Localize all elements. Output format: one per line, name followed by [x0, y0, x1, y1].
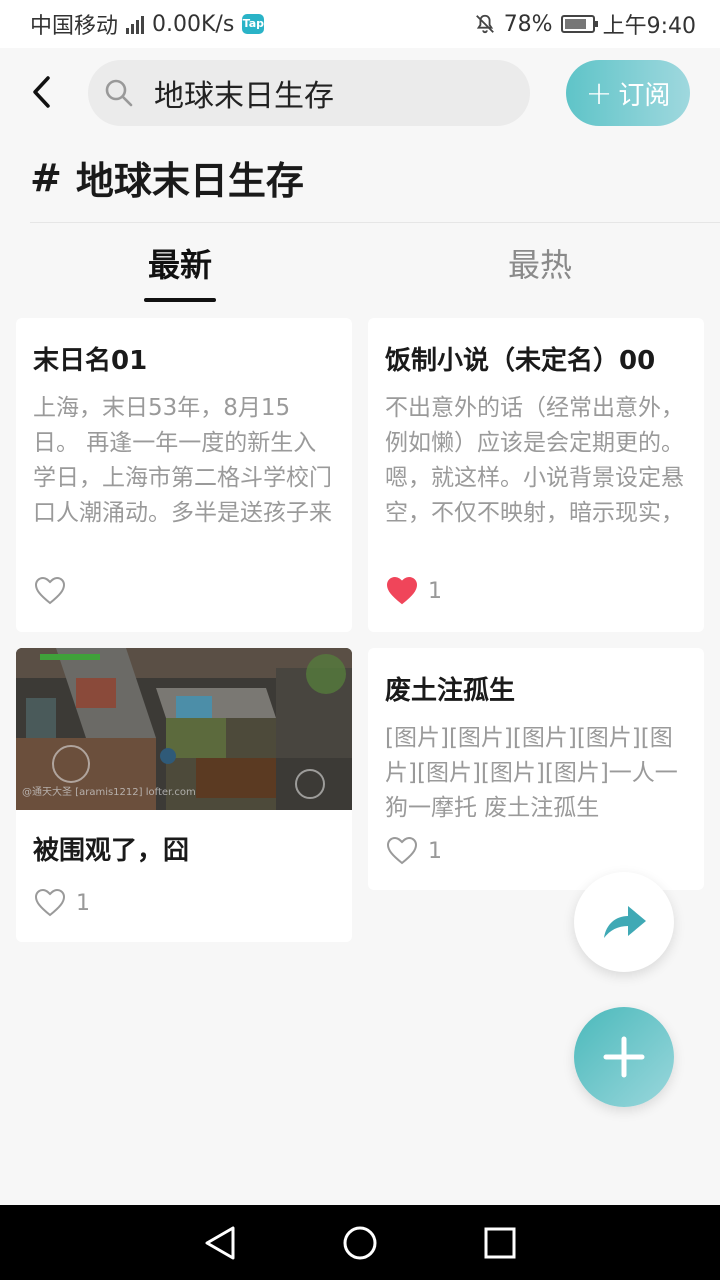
- carrier-label: 中国移动: [30, 14, 119, 39]
- hashtag-symbol: #: [30, 155, 62, 200]
- nav-back-icon: [205, 1226, 235, 1259]
- back-icon: [33, 76, 50, 108]
- nav-recents-button[interactable]: [480, 1223, 520, 1263]
- tab-latest[interactable]: 最新: [120, 240, 240, 300]
- nav-back-button[interactable]: [200, 1223, 240, 1263]
- share-button[interactable]: [574, 872, 674, 972]
- nav-home-icon: [343, 1226, 377, 1259]
- subscribe-label: 订阅: [618, 80, 671, 111]
- divider: [30, 222, 720, 223]
- image-watermark: @通天大圣 [aramis1212] lofter.com: [22, 785, 196, 798]
- like-button[interactable]: [34, 576, 76, 606]
- signal-icon: [126, 14, 145, 34]
- clock: 上午9:40: [602, 14, 696, 39]
- battery-icon: [560, 15, 598, 33]
- like-button[interactable]: 1: [34, 888, 90, 918]
- post-title: 被围观了，囧: [33, 836, 190, 866]
- status-left: 中国移动 0.00K/s Tap: [30, 8, 265, 40]
- status-bar: 中国移动 0.00K/s Tap 78% 上午9:40: [0, 0, 720, 48]
- post-image: @通天大圣 [aramis1212] lofter.com: [16, 648, 352, 810]
- heart-icon: [34, 576, 66, 605]
- subscribe-button[interactable]: + 订阅: [566, 60, 690, 126]
- tap-app-icon: Tap: [242, 14, 265, 34]
- post-card[interactable]: 末日名01 上海，末日53年，8月15日。 再逢一年一度的新生入学日，上海市第二…: [16, 318, 352, 632]
- like-count: 1: [76, 890, 90, 916]
- post-excerpt: 不出意外的话（经常出意外，例如懒）应该是会定期更的。嗯，就这样。小说背景设定悬空…: [385, 395, 684, 526]
- search-input[interactable]: [152, 74, 496, 112]
- tab-hot[interactable]: 最热: [480, 240, 600, 300]
- add-icon: [603, 1036, 645, 1078]
- search-icon: [105, 79, 133, 107]
- topic-name: 地球末日生存: [75, 159, 304, 203]
- post-title: 废土注孤生: [385, 676, 516, 706]
- post-title: 饭制小说（未定名）00: [385, 346, 656, 376]
- search-bar[interactable]: [88, 60, 530, 126]
- heart-icon: [386, 836, 418, 865]
- plus-icon: +: [585, 74, 613, 112]
- post-title: 末日名01: [33, 346, 148, 376]
- create-post-button[interactable]: [574, 1007, 674, 1107]
- like-count: 1: [428, 578, 442, 604]
- network-speed: 0.00K/s: [152, 11, 235, 37]
- heart-icon: [34, 888, 66, 917]
- system-nav-bar: [0, 1205, 720, 1280]
- like-button[interactable]: 1: [386, 836, 442, 866]
- back-button[interactable]: [24, 74, 60, 110]
- active-tab-indicator: [144, 298, 216, 302]
- post-card[interactable]: @通天大圣 [aramis1212] lofter.com 被围观了，囧 1: [16, 648, 352, 942]
- mute-bell-icon: [475, 14, 494, 34]
- post-card[interactable]: 废土注孤生 [图片][图片][图片][图片][图片][图片][图片][图片]一人…: [368, 648, 704, 890]
- nav-home-button[interactable]: [340, 1223, 380, 1263]
- page-title: # 地球末日生存: [30, 150, 304, 205]
- top-bar: + 订阅: [0, 48, 720, 138]
- share-icon: [604, 906, 646, 938]
- post-excerpt: 上海，末日53年，8月15日。 再逢一年一度的新生入学日，上海市第二格斗学校门口…: [33, 395, 332, 526]
- post-excerpt: [图片][图片][图片][图片][图片][图片][图片][图片]一人一狗一摩托 …: [385, 725, 678, 821]
- post-card[interactable]: 饭制小说（未定名）00 不出意外的话（经常出意外，例如懒）应该是会定期更的。嗯，…: [368, 318, 704, 632]
- status-right: 78% 上午9:40: [474, 8, 696, 40]
- like-button[interactable]: 1: [386, 576, 442, 606]
- nav-recents-icon: [484, 1227, 516, 1258]
- battery-percent: 78%: [503, 11, 553, 37]
- heart-filled-icon: [386, 576, 418, 605]
- like-count: 1: [428, 838, 442, 864]
